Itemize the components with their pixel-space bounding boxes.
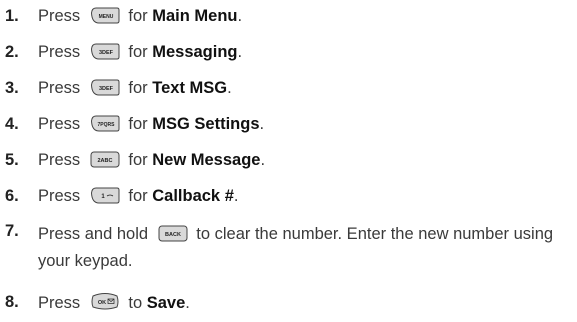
step-number: 1. bbox=[5, 7, 19, 25]
step-number: 5. bbox=[5, 151, 19, 169]
step-text: Press 2ABC for New Message. bbox=[38, 151, 266, 169]
step-text: Press 3DEF for Messaging. bbox=[38, 43, 243, 61]
step-number: 8. bbox=[5, 293, 19, 311]
svg-text:3DEF: 3DEF bbox=[99, 50, 114, 56]
7pqrs-key-icon: 7PQRS bbox=[90, 115, 120, 132]
step-text: Press 7PQRS for MSG Settings. bbox=[38, 115, 265, 133]
2abc-key-icon: 2ABC bbox=[90, 151, 120, 168]
back-key-icon: BACK bbox=[158, 225, 188, 242]
step-text: Press OK to Save. bbox=[38, 292, 190, 312]
3def-key-icon: 3DEF bbox=[90, 43, 120, 60]
step-number: 2. bbox=[5, 43, 19, 61]
3def-key-icon: 3DEF bbox=[90, 79, 120, 96]
svg-text:3DEF: 3DEF bbox=[99, 86, 114, 92]
step-number: 4. bbox=[5, 115, 19, 133]
step-text: Press 1 for Callback #. bbox=[38, 187, 239, 205]
step-text: Press 3DEF for Text MSG. bbox=[38, 79, 232, 97]
step-number: 6. bbox=[5, 187, 19, 205]
svg-text:2ABC: 2ABC bbox=[97, 158, 112, 164]
step-number: 7. bbox=[5, 222, 19, 240]
step-number: 3. bbox=[5, 79, 19, 97]
svg-text:OK: OK bbox=[98, 300, 106, 306]
ok-key-icon: OK bbox=[90, 292, 120, 311]
svg-text:7PQRS: 7PQRS bbox=[97, 122, 115, 128]
step-text: Press and hold BACK to clear the number.… bbox=[38, 225, 554, 270]
svg-text:MENU: MENU bbox=[98, 14, 113, 20]
menu-key-icon: MENU bbox=[90, 7, 120, 24]
step-text: Press MENU for Main Menu. bbox=[38, 7, 243, 25]
1-key-icon: 1 bbox=[90, 187, 120, 204]
svg-text:BACK: BACK bbox=[165, 232, 181, 238]
